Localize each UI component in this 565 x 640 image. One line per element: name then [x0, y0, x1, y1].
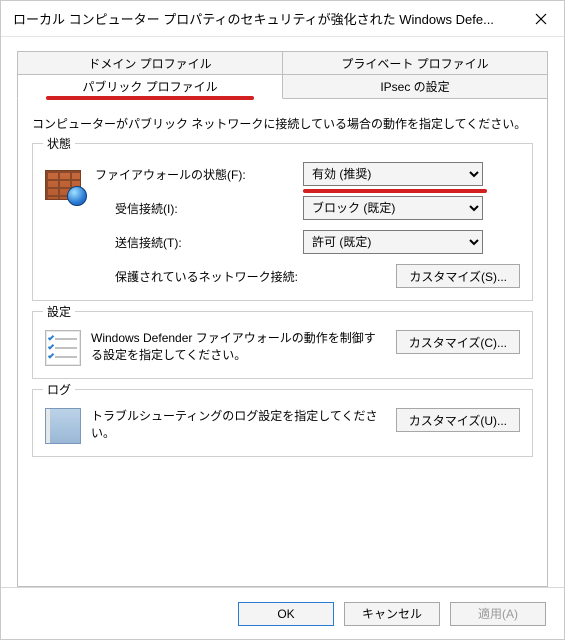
- intro-text: コンピューターがパブリック ネットワークに接続している場合の動作を指定してくださ…: [32, 115, 533, 133]
- group-log-legend: ログ: [43, 381, 75, 398]
- ok-button[interactable]: OK: [238, 602, 334, 626]
- tabs-row-2: パブリック プロファイル IPsec の設定: [17, 75, 548, 99]
- tab-domain-profile[interactable]: ドメイン プロファイル: [17, 51, 283, 75]
- content: ドメイン プロファイル プライベート プロファイル パブリック プロファイル I…: [1, 37, 564, 587]
- tab-public-profile[interactable]: パブリック プロファイル: [17, 75, 283, 99]
- tab-ipsec-settings[interactable]: IPsec の設定: [283, 75, 548, 99]
- group-log: ログ トラブルシューティングのログ設定を指定してください。 カスタマイズ(U).…: [32, 389, 533, 457]
- log-desc: トラブルシューティングのログ設定を指定してください。: [91, 408, 386, 442]
- cancel-button[interactable]: キャンセル: [344, 602, 440, 626]
- tabs-row-1: ドメイン プロファイル プライベート プロファイル: [17, 51, 548, 75]
- customize-protected-button[interactable]: カスタマイズ(S)...: [396, 264, 520, 288]
- group-state-legend: 状態: [43, 135, 75, 152]
- notebook-icon: [45, 408, 81, 444]
- checklist-icon: [45, 330, 81, 366]
- close-icon: [535, 13, 547, 25]
- customize-settings-button[interactable]: カスタマイズ(C)...: [396, 330, 520, 354]
- tab-private-profile[interactable]: プライベート プロファイル: [283, 51, 548, 75]
- customize-log-button[interactable]: カスタマイズ(U)...: [396, 408, 520, 432]
- firewall-icon: [45, 164, 85, 204]
- protected-networks-label: 保護されているネットワーク接続:: [95, 268, 325, 285]
- close-button[interactable]: [518, 1, 564, 37]
- red-underline-annotation: [46, 96, 254, 100]
- group-settings-legend: 設定: [43, 303, 75, 320]
- apply-button[interactable]: 適用(A): [450, 602, 546, 626]
- settings-desc: Windows Defender ファイアウォールの動作を制御する設定を指定して…: [91, 330, 386, 364]
- inbound-select[interactable]: ブロック (既定): [303, 196, 483, 220]
- window-title: ローカル コンピューター プロパティのセキュリティが強化された Windows …: [13, 9, 494, 28]
- outbound-select[interactable]: 許可 (既定): [303, 230, 483, 254]
- outbound-label: 送信接続(T):: [95, 234, 295, 251]
- firewall-state-label: ファイアウォールの状態(F):: [95, 166, 295, 183]
- firewall-state-select[interactable]: 有効 (推奨): [303, 162, 483, 186]
- tab-panel: コンピューターがパブリック ネットワークに接続している場合の動作を指定してくださ…: [17, 99, 548, 587]
- window: ローカル コンピューター プロパティのセキュリティが強化された Windows …: [0, 0, 565, 640]
- inbound-label: 受信接続(I):: [95, 200, 295, 217]
- group-state: 状態 ファイアウォールの状態(F): 有効 (推奨): [32, 143, 533, 301]
- footer: OK キャンセル 適用(A): [1, 587, 564, 639]
- group-settings: 設定 Windows Defender ファイアウォールの動作を制御する設定を指…: [32, 311, 533, 379]
- titlebar: ローカル コンピューター プロパティのセキュリティが強化された Windows …: [1, 1, 564, 37]
